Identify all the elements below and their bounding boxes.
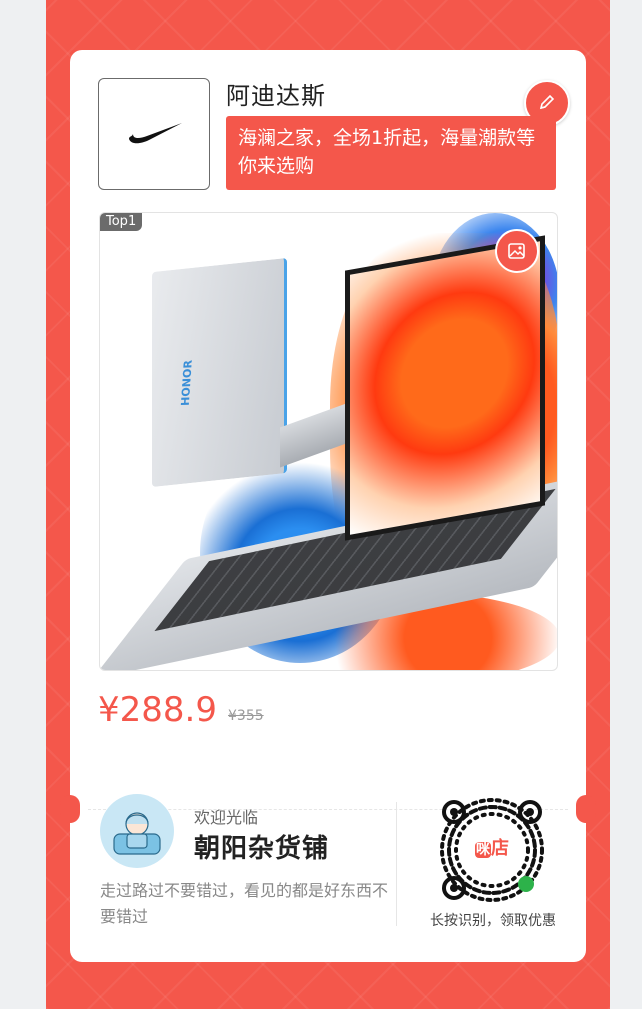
brand-logo bbox=[98, 78, 210, 190]
qrcode-scan-tip: 长按识别，领取优惠 bbox=[430, 913, 556, 929]
brand-name: 阿迪达斯 bbox=[226, 82, 326, 110]
vertical-divider bbox=[396, 802, 397, 926]
link-badge-icon bbox=[518, 876, 534, 892]
pencil-icon bbox=[539, 94, 555, 110]
shop-avatar bbox=[100, 794, 174, 868]
nike-swoosh-icon bbox=[129, 123, 182, 144]
laptop-screen-display bbox=[350, 241, 540, 535]
laptop-brand-mark: HONOR bbox=[178, 359, 195, 407]
original-price: ¥355 bbox=[228, 708, 264, 724]
brand-slogan: 海澜之家，全场1折起，海量潮款等你来选购 bbox=[226, 116, 556, 190]
product-image[interactable]: Top1 HONOR bbox=[99, 212, 558, 671]
shop-description: 走过路过不要错过，看见的都是好东西不要错过 bbox=[100, 881, 389, 926]
qrcode-shop-logo: 咪店 bbox=[468, 828, 516, 870]
change-image-button[interactable] bbox=[495, 229, 539, 273]
rank-badge: Top1 bbox=[100, 213, 143, 231]
qrcode-logo-char-a: 咪 bbox=[475, 842, 491, 858]
share-poster: 阿迪达斯 海澜之家，全场1折起，海量潮款等你来选购 Top1 HONOR ¥28… bbox=[46, 0, 610, 1009]
laptop-back-view: HONOR bbox=[152, 257, 287, 488]
ticket-notch-right bbox=[576, 795, 596, 823]
shop-name: 朝阳杂货铺 bbox=[194, 834, 330, 864]
ticket-notch-left bbox=[60, 795, 80, 823]
mini-program-qrcode[interactable]: 咪店 bbox=[432, 790, 552, 910]
qrcode-logo-char-b: 店 bbox=[491, 838, 509, 859]
poster-card: 阿迪达斯 海澜之家，全场1折起，海量潮款等你来选购 Top1 HONOR ¥28… bbox=[60, 50, 596, 962]
welcome-text: 欢迎光临 bbox=[194, 808, 259, 827]
product-price: ¥288.9 bbox=[98, 690, 217, 730]
image-edit-icon bbox=[508, 243, 525, 259]
laptop-screen bbox=[345, 235, 545, 541]
cartoon-avatar-icon bbox=[113, 812, 161, 855]
